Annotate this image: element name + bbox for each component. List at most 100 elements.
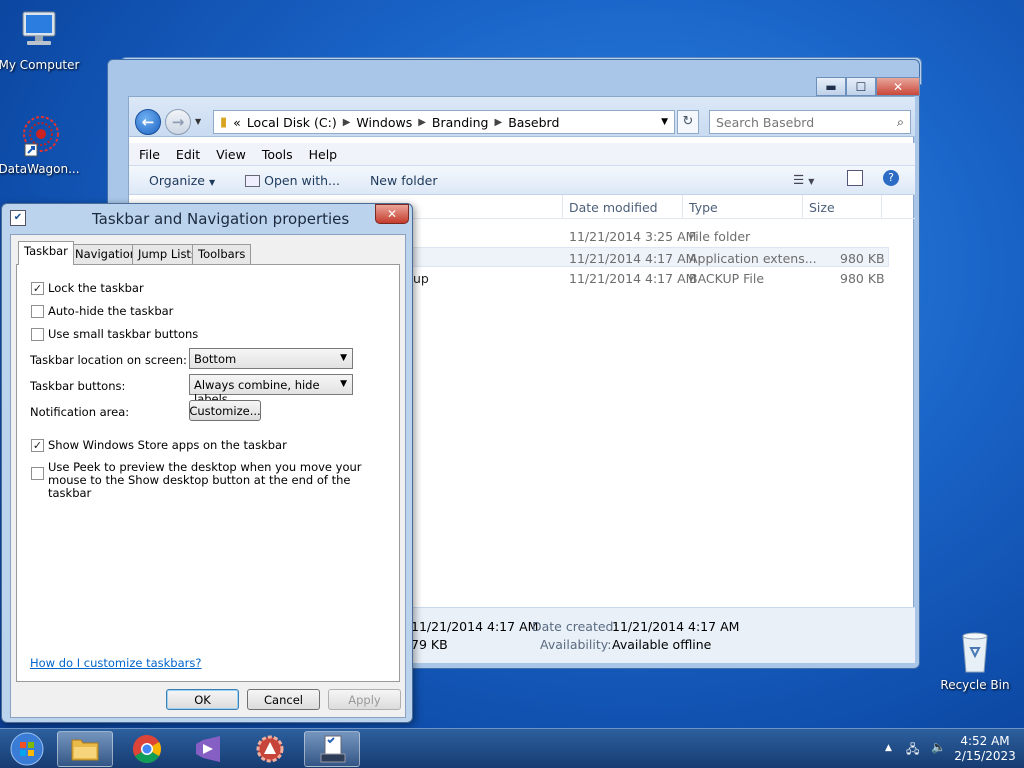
menu-bar: File Edit View Tools Help (129, 143, 915, 165)
ok-button[interactable]: OK (166, 689, 239, 710)
details-size-value: 79 KB (411, 637, 448, 652)
computer-icon (15, 8, 63, 56)
tab-taskbar[interactable]: Taskbar (18, 241, 74, 265)
datawagon-icon (15, 112, 63, 160)
maximize-button[interactable]: ☐ (846, 77, 876, 96)
desktop-icon-label: Recycle Bin (940, 678, 1010, 692)
checkbox-box[interactable]: ✓ (31, 282, 44, 295)
checkbox-label: Show Windows Store apps on the taskbar (48, 438, 287, 452)
explorer-caption-buttons: ▬ ☐ ✕ (816, 77, 920, 96)
file-date: 11/21/2014 4:17 AM (569, 271, 697, 286)
close-icon: ✕ (386, 207, 398, 221)
menu-edit[interactable]: Edit (176, 147, 200, 162)
search-placeholder: Search Basebrd (716, 114, 815, 130)
buttons-select[interactable]: Always combine, hide labels ▼ (189, 374, 353, 406)
store-apps-checkbox[interactable]: ✓ Show Windows Store apps on the taskbar (31, 438, 287, 452)
buttons-label: Taskbar buttons: (30, 379, 126, 393)
file-size: 980 KB (840, 251, 885, 266)
tray-expand-icon[interactable]: ▲ (885, 743, 892, 753)
new-folder-button[interactable]: New folder (370, 173, 438, 188)
view-options-icon[interactable]: ☰ ▼ (793, 172, 814, 187)
taskbar-app[interactable] (242, 731, 298, 767)
folder-icon (71, 739, 99, 761)
checkbox-box[interactable] (31, 305, 44, 318)
details-availability-label: Availability: (540, 637, 612, 652)
breadcrumb-branding[interactable]: Branding (432, 115, 489, 130)
desktop-icon-recycle-bin[interactable]: Recycle Bin (933, 628, 1017, 692)
customize-button[interactable]: Customize... (189, 400, 261, 421)
minimize-button[interactable]: ▬ (816, 77, 846, 96)
taskbar-chrome[interactable] (119, 731, 175, 767)
chevron-down-icon: ▼ (340, 353, 347, 363)
lock-taskbar-checkbox[interactable]: ✓ Lock the taskbar (31, 281, 144, 295)
location-select[interactable]: Bottom ▼ (189, 348, 353, 369)
breadcrumb-separator-icon[interactable]: ▶ (343, 117, 351, 128)
desktop-icon-datawagon[interactable]: DataWagon... (0, 112, 81, 176)
menu-view[interactable]: View (216, 147, 246, 162)
search-input[interactable]: Search Basebrd ⌕ (709, 110, 911, 134)
cancel-button[interactable]: Cancel (247, 689, 320, 710)
refresh-button[interactable]: ↻ (677, 110, 699, 134)
back-button[interactable]: ← (135, 109, 161, 135)
open-with-icon (245, 174, 261, 187)
open-with-button[interactable]: Open with... (245, 173, 340, 188)
start-button[interactable] (0, 731, 54, 767)
column-date-modified[interactable]: Date modified (569, 200, 658, 215)
notification-label: Notification area: (30, 405, 130, 419)
breadcrumb-local-disk[interactable]: Local Disk (C:) (247, 115, 337, 130)
recent-pages-icon[interactable]: ▼ (195, 117, 201, 126)
address-bar[interactable]: ▮ « Local Disk (C:) ▶ Windows ▶ Branding… (213, 110, 675, 134)
dialog-app-icon: ✔ (10, 210, 26, 226)
organize-button[interactable]: Organize ▼ (149, 173, 215, 188)
taskbar-properties-icon (320, 735, 346, 763)
tab-panel: ✓ Lock the taskbar Auto-hide the taskbar… (16, 264, 400, 682)
menu-tools[interactable]: Tools (262, 147, 293, 162)
checkbox-box[interactable] (31, 328, 44, 341)
checkbox-label: Use small taskbar buttons (48, 327, 199, 341)
open-with-label: Open with... (264, 172, 340, 188)
close-button[interactable]: ✕ (876, 77, 920, 96)
dialog-close-button[interactable]: ✕ (375, 204, 409, 224)
clock-date: 2/15/2023 (954, 749, 1016, 763)
location-label: Taskbar location on screen: (30, 353, 187, 367)
tab-toolbars[interactable]: Toolbars (192, 244, 252, 264)
column-size[interactable]: Size (809, 200, 835, 215)
taskbar-properties[interactable] (304, 731, 360, 767)
system-clock[interactable]: 4:52 AM 2/15/2023 (950, 734, 1020, 764)
checkbox-box[interactable] (31, 467, 44, 480)
menu-file[interactable]: File (139, 147, 160, 162)
apply-button[interactable]: Apply (328, 689, 401, 710)
taskbar-explorer[interactable] (57, 731, 113, 767)
app-gear-icon (256, 735, 284, 763)
command-bar: Organize ▼ Open with... New folder ☰ ▼ ? (129, 165, 915, 195)
breadcrumb-separator-icon[interactable]: ▶ (494, 117, 502, 128)
details-created-value: 11/21/2014 4:17 AM (612, 619, 740, 634)
small-buttons-checkbox[interactable]: Use small taskbar buttons (31, 327, 198, 341)
checkbox-box[interactable]: ✓ (31, 439, 44, 452)
peek-checkbox[interactable]: Use Peek to preview the desktop when you… (31, 461, 381, 500)
column-type[interactable]: Type (689, 200, 718, 215)
help-icon[interactable]: ? (883, 170, 899, 186)
desktop-icon-label: DataWagon... (0, 162, 80, 176)
breadcrumb-separator-icon[interactable]: ▶ (418, 117, 426, 128)
breadcrumb-chevron[interactable]: « (233, 115, 241, 130)
network-icon[interactable]: 🖧 (906, 740, 919, 761)
forward-button[interactable]: → (165, 109, 191, 135)
folder-icon: ▮ (220, 114, 228, 130)
file-name: up (413, 271, 429, 286)
breadcrumb-basebrd[interactable]: Basebrd (508, 115, 559, 130)
chevron-down-icon: ▼ (340, 379, 347, 389)
desktop-icon-my-computer[interactable]: My Computer (0, 8, 81, 72)
details-availability-value: Available offline (612, 637, 712, 652)
address-dropdown-icon[interactable]: ▼ (661, 117, 668, 127)
auto-hide-checkbox[interactable]: Auto-hide the taskbar (31, 304, 173, 318)
breadcrumb-windows[interactable]: Windows (356, 115, 412, 130)
file-type: Application extens... (689, 251, 817, 266)
chrome-icon (133, 735, 161, 763)
taskbar-visual-studio[interactable] (180, 731, 236, 767)
search-icon[interactable]: ⌕ (897, 114, 904, 130)
preview-pane-icon[interactable] (847, 170, 863, 186)
help-link[interactable]: How do I customize taskbars? (30, 656, 201, 670)
menu-help[interactable]: Help (309, 147, 338, 162)
volume-icon[interactable]: 🔈 (931, 740, 946, 754)
